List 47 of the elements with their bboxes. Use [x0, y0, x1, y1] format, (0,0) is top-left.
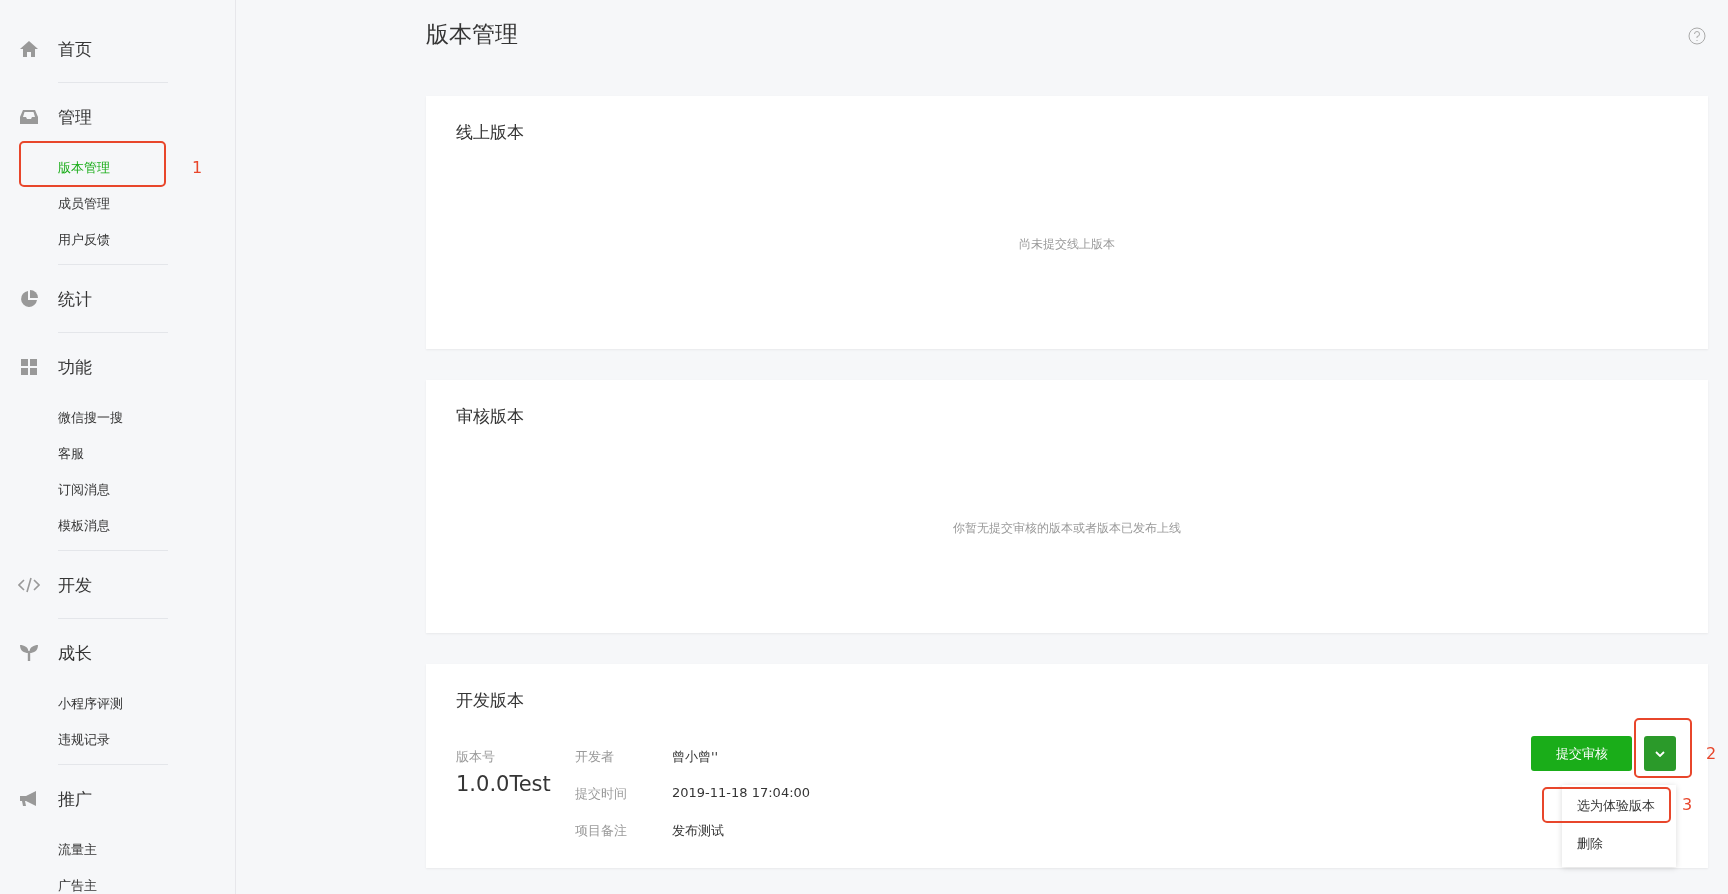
nav-item[interactable]: 违规记录: [58, 731, 110, 749]
card-title: 审核版本: [456, 405, 525, 428]
nav-item[interactable]: 广告主: [58, 877, 97, 894]
field-label: 开发者: [575, 748, 615, 766]
pie-chart-icon: [19, 289, 39, 309]
nav-group-title[interactable]: 推广: [58, 787, 92, 811]
sprout-icon: [20, 645, 38, 661]
megaphone-icon: [19, 790, 39, 808]
nav-item[interactable]: 成员管理: [58, 195, 110, 213]
annotation-box: [1634, 718, 1692, 778]
grid-icon: [20, 358, 38, 376]
version-label: 版本号: [456, 748, 496, 766]
field-label: 提交时间: [575, 785, 628, 803]
field-value: 发布测试: [672, 822, 725, 840]
home-icon: [19, 40, 39, 58]
empty-message: 尚未提交线上版本: [1019, 235, 1115, 253]
field-value: 2019-11-18 17:04:00: [672, 785, 811, 802]
field-label: 项目备注: [575, 822, 628, 840]
nav-item[interactable]: 客服: [58, 445, 84, 463]
nav-item[interactable]: 流量主: [58, 841, 97, 859]
version-number: 1.0.0Test: [456, 772, 552, 796]
help-icon[interactable]: [1688, 27, 1706, 45]
nav-group-title[interactable]: 开发: [58, 573, 92, 597]
nav-group-title[interactable]: 成长: [58, 641, 92, 665]
code-icon: [18, 577, 40, 593]
nav-item[interactable]: 小程序评测: [58, 695, 123, 713]
nav-group-title[interactable]: 管理: [58, 105, 92, 129]
card-title: 开发版本: [456, 689, 525, 712]
nav-item[interactable]: 用户反馈: [58, 231, 110, 249]
page-title: 版本管理: [426, 20, 518, 49]
annotation-number: 2: [1706, 744, 1717, 763]
nav-group-title[interactable]: 功能: [58, 355, 92, 379]
dropdown-toggle[interactable]: [1644, 736, 1676, 771]
nav-group-title[interactable]: 首页: [58, 37, 92, 61]
empty-message: 你暂无提交审核的版本或者版本已发布上线: [953, 519, 1181, 537]
inbox-icon: [19, 108, 39, 126]
nav-group-title[interactable]: 统计: [58, 287, 92, 311]
annotation-number: 3: [1682, 795, 1693, 814]
menu-item[interactable]: 选为体验版本: [1562, 797, 1655, 815]
card-title: 线上版本: [456, 121, 525, 144]
chevron-down-icon: [1655, 750, 1665, 757]
nav-item[interactable]: 模板消息: [58, 517, 110, 535]
annotation-number: 1: [192, 158, 203, 177]
nav-item[interactable]: 微信搜一搜: [58, 409, 123, 427]
field-value: 曾小曾'': [672, 748, 720, 766]
nav-item[interactable]: 订阅消息: [58, 481, 110, 499]
menu-item[interactable]: 删除: [1562, 835, 1603, 853]
